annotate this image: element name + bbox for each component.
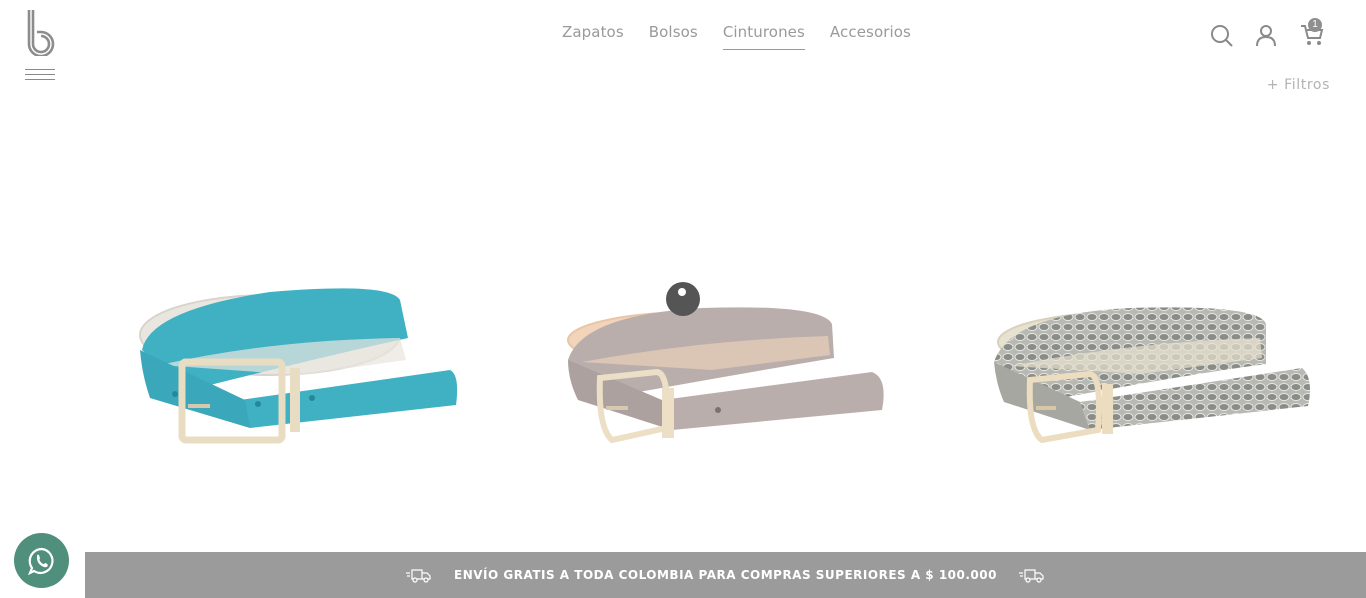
user-icon[interactable] — [1255, 24, 1277, 48]
menu-hamburger-icon[interactable] — [25, 69, 55, 83]
nav-item-zapatos[interactable]: Zapatos — [562, 23, 624, 50]
product-card-belt-taupe[interactable] — [562, 300, 892, 450]
promo-text: ENVÍO GRATIS A TODA COLOMBIA PARA COMPRA… — [454, 568, 997, 582]
filters-toggle[interactable]: + Filtros — [1267, 77, 1330, 93]
loading-spinner-icon — [666, 282, 700, 316]
nav-item-accesorios[interactable]: Accesorios — [830, 23, 911, 50]
cart-count-badge: 1 — [1308, 18, 1322, 32]
delivery-truck-icon — [1018, 569, 1044, 583]
brand-logo-icon[interactable] — [24, 8, 58, 56]
nav-item-bolsos[interactable]: Bolsos — [649, 23, 698, 50]
whatsapp-icon — [27, 547, 54, 575]
delivery-truck-icon — [406, 569, 431, 583]
whatsapp-button[interactable] — [14, 533, 69, 588]
nav-item-cinturones[interactable]: Cinturones — [722, 23, 805, 50]
promo-banner: ENVÍO GRATIS A TODA COLOMBIA PARA COMPRA… — [85, 552, 1366, 598]
search-icon[interactable] — [1210, 24, 1234, 48]
main-nav: Zapatos Bolsos Cinturones Accesorios — [562, 23, 911, 50]
product-card-belt-turquoise[interactable] — [130, 280, 470, 450]
product-card-belt-snakeskin[interactable] — [990, 302, 1320, 452]
